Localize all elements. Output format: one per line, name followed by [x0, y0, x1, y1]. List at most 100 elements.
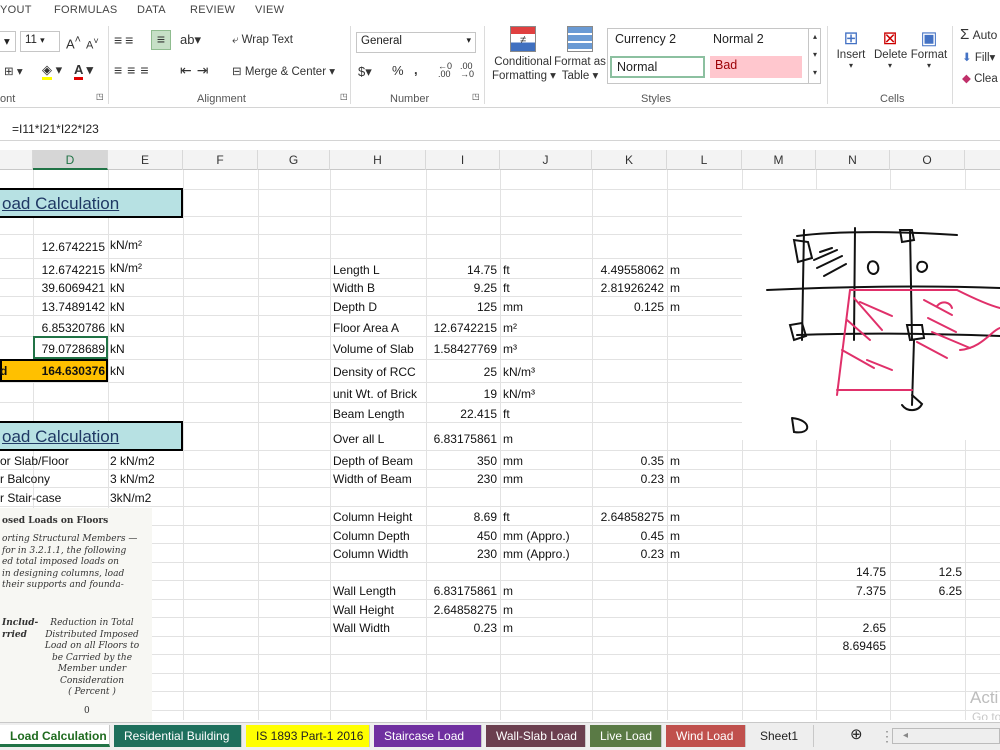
- table-value[interactable]: 2.64858275: [426, 603, 497, 617]
- percent-icon[interactable]: %: [392, 63, 404, 78]
- conditional-formatting-button[interactable]: ≠ Conditional Formatting ▾: [492, 26, 556, 82]
- font-color-icon[interactable]: A ▾: [74, 62, 93, 80]
- table-unit[interactable]: ft: [503, 510, 510, 524]
- table-converted-value[interactable]: 0.45: [592, 529, 664, 543]
- table-label[interactable]: Depth D: [333, 300, 377, 314]
- total-label[interactable]: d: [0, 364, 7, 378]
- cell-o-value[interactable]: 6.25: [890, 584, 962, 598]
- autosum-button[interactable]: Σ Auto: [960, 26, 997, 43]
- column-header-n[interactable]: N: [816, 150, 890, 170]
- borders-icon[interactable]: ⊞ ▾: [4, 64, 23, 78]
- table-converted-unit[interactable]: m: [670, 281, 680, 295]
- cell-e-unit[interactable]: kN: [110, 321, 125, 335]
- table-label[interactable]: Column Height: [333, 510, 412, 524]
- table-label[interactable]: Floor Area A: [333, 321, 399, 335]
- table-converted-unit[interactable]: m: [670, 472, 680, 486]
- style-bad[interactable]: Bad: [710, 56, 802, 78]
- cell-e-unit[interactable]: kN: [110, 342, 125, 356]
- insert-button[interactable]: ⊞ Insert ▾: [836, 28, 866, 70]
- horizontal-scrollbar[interactable]: ◂: [892, 728, 1000, 744]
- style-currency-2[interactable]: Currency 2: [610, 30, 708, 52]
- table-value[interactable]: 230: [426, 472, 497, 486]
- table-label[interactable]: Width of Beam: [333, 472, 412, 486]
- cell-d-floor-load[interactable]: 12.6742215: [33, 263, 105, 277]
- column-header-p[interactable]: [965, 150, 1000, 170]
- table-label[interactable]: Width B: [333, 281, 375, 295]
- column-header-d[interactable]: D: [33, 150, 108, 170]
- wrap-text-button[interactable]: ⤶ Wrap Text: [232, 34, 293, 47]
- column-header-g[interactable]: G: [258, 150, 330, 170]
- alignment-dialog-icon[interactable]: ◳: [340, 92, 348, 101]
- table-value[interactable]: 8.69: [426, 510, 497, 524]
- table-value[interactable]: 6.83175861: [426, 432, 497, 446]
- sheet-tab[interactable]: IS 1893 Part-1 2016: [246, 725, 370, 747]
- column-header-m[interactable]: M: [742, 150, 816, 170]
- sheet-tab[interactable]: Sheet1: [750, 725, 814, 747]
- comma-icon[interactable]: ,: [414, 62, 418, 77]
- table-converted-unit[interactable]: m: [670, 300, 680, 314]
- table-value[interactable]: 9.25: [426, 281, 497, 295]
- table-converted-value[interactable]: 2.81926242: [592, 281, 664, 295]
- font-dialog-icon[interactable]: ◳: [96, 92, 104, 101]
- cell-e-unit[interactable]: kN/m²: [110, 261, 142, 275]
- total-load-unit[interactable]: kN: [110, 364, 125, 378]
- column-header-l[interactable]: L: [667, 150, 742, 170]
- column-header-e[interactable]: E: [108, 150, 183, 170]
- table-converted-value[interactable]: 0.23: [592, 472, 664, 486]
- styles-scroll-icon[interactable]: ▴ ▾ ▾: [808, 28, 821, 84]
- table-label[interactable]: Length L: [333, 263, 380, 277]
- table-label[interactable]: Wall Length: [333, 584, 396, 598]
- table-label[interactable]: Volume of Slab: [333, 342, 414, 356]
- table-unit[interactable]: mm: [503, 300, 523, 314]
- table-unit[interactable]: ft: [503, 263, 510, 277]
- table-converted-value[interactable]: 4.49558062: [592, 263, 664, 277]
- table-value[interactable]: 230: [426, 547, 497, 561]
- tab-formulas[interactable]: FORMULAS: [54, 4, 118, 16]
- table-value[interactable]: 22.415: [426, 407, 497, 421]
- table-unit[interactable]: m: [503, 603, 513, 617]
- table-unit[interactable]: m³: [503, 342, 517, 356]
- tab-data[interactable]: DATA: [137, 4, 166, 16]
- table-label[interactable]: Beam Length: [333, 407, 404, 421]
- table-unit[interactable]: mm: [503, 472, 523, 486]
- slab-load-title[interactable]: oad Calculation: [0, 188, 183, 218]
- table-unit[interactable]: m: [503, 584, 513, 598]
- fill-button[interactable]: ⬇ Fill▾: [962, 50, 995, 64]
- increase-font-icon[interactable]: A˄: [66, 34, 81, 51]
- table-label[interactable]: Wall Width: [333, 621, 390, 635]
- table-value[interactable]: 1.58427769: [426, 342, 497, 356]
- number-format-dropdown[interactable]: General ▾: [356, 32, 476, 53]
- font-size-dropdown[interactable]: 11 ▾: [20, 31, 60, 52]
- formula-bar[interactable]: =I11*I21*I22*I23: [0, 117, 1000, 141]
- sheet-tab[interactable]: Load Calculation: [0, 725, 110, 747]
- table-converted-value[interactable]: 0.125: [592, 300, 664, 314]
- table-label[interactable]: Density of RCC: [333, 365, 416, 379]
- hand-sketch-image[interactable]: [742, 190, 1000, 440]
- live-load-value[interactable]: 3 kN/m2: [110, 472, 155, 486]
- column-header-o[interactable]: O: [890, 150, 965, 170]
- accounting-icon[interactable]: $▾: [358, 64, 372, 80]
- font-name-dropdown[interactable]: ▾: [0, 31, 16, 52]
- live-load-label[interactable]: or Slab/Floor: [0, 454, 69, 468]
- column-header-h[interactable]: H: [330, 150, 426, 170]
- live-load-value[interactable]: 3kN/m2: [110, 491, 151, 505]
- table-unit[interactable]: mm: [503, 454, 523, 468]
- table-label[interactable]: unit Wt. of Brick: [333, 387, 417, 401]
- table-unit[interactable]: kN/m³: [503, 365, 535, 379]
- cell-d-column-load[interactable]: 13.7489142: [33, 300, 105, 314]
- table-unit[interactable]: mm (Appro.): [503, 547, 570, 561]
- table-converted-unit[interactable]: m: [670, 547, 680, 561]
- bottom-align-icon[interactable]: ≡: [151, 30, 171, 50]
- table-unit[interactable]: m²: [503, 321, 517, 335]
- style-normal-2[interactable]: Normal 2: [708, 30, 806, 52]
- table-unit[interactable]: m: [503, 432, 513, 446]
- cell-o-value[interactable]: 12.5: [890, 565, 962, 579]
- table-converted-value[interactable]: 0.23: [592, 547, 664, 561]
- style-normal[interactable]: Normal: [610, 56, 705, 78]
- increase-decimal-icon[interactable]: ←0.00: [438, 62, 452, 79]
- sheet-tab[interactable]: Residential Building: [114, 725, 242, 747]
- table-value[interactable]: 12.6742215: [426, 321, 497, 335]
- table-value[interactable]: 350: [426, 454, 497, 468]
- live-load-label[interactable]: r Stair-case: [0, 491, 61, 505]
- table-unit[interactable]: kN/m³: [503, 387, 535, 401]
